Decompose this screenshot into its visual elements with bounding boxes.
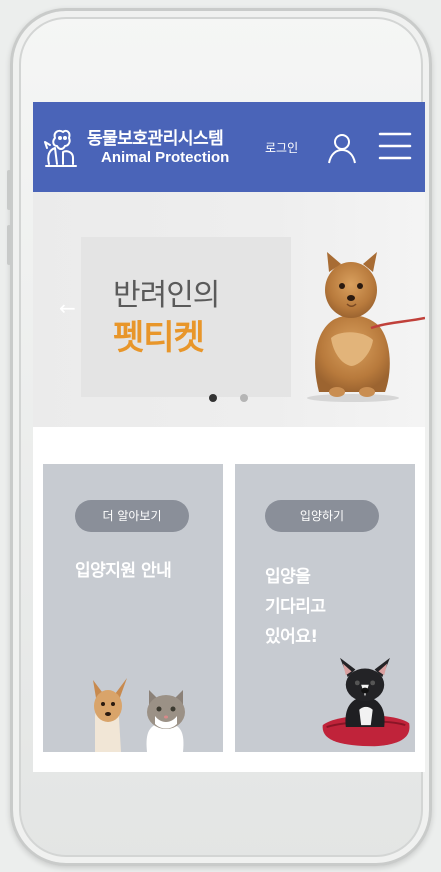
hero-headline-line2: 펫티켓 [113, 318, 205, 358]
card-title: 입양을 기다리고 있어요! [265, 562, 326, 652]
arrow-left-icon[interactable]: ← [59, 296, 76, 320]
phone-side-button [7, 170, 11, 210]
user-icon[interactable] [327, 132, 357, 164]
carousel-dot-2[interactable] [240, 394, 248, 402]
login-link[interactable]: 로그인 [265, 139, 298, 156]
carousel-dot-1[interactable] [209, 394, 217, 402]
french-bulldog-image [322, 657, 410, 747]
brand-name-korean: 동물보호관리시스템 [87, 129, 224, 149]
learn-more-button[interactable]: 더 알아보기 [75, 500, 189, 532]
dog-and-cat-image [93, 678, 185, 752]
adoption-support-card[interactable]: 더 알아보기 입양지원 안내 [43, 464, 223, 752]
card-title-line: 있어요! [265, 627, 318, 647]
brand-name-english: Animal Protection [101, 149, 230, 166]
adopt-card[interactable]: 입양하기 입양을 기다리고 있어요! [235, 464, 415, 752]
card-title: 입양지원 안내 [75, 561, 172, 581]
app-header: 동물보호관리시스템 Animal Protection 로그인 [33, 102, 425, 192]
hamburger-menu-icon[interactable] [377, 128, 413, 164]
phone-side-button [7, 225, 11, 265]
pets-logo-icon[interactable] [41, 126, 81, 170]
card-title-line: 기다리고 [265, 597, 326, 617]
hero-carousel[interactable]: ← 반려인의 펫티켓 [33, 192, 425, 427]
card-title-line: 입양을 [265, 567, 311, 587]
pomeranian-image [307, 252, 425, 402]
app-screen: 동물보호관리시스템 Animal Protection 로그인 ← 반려인의 펫… [33, 102, 425, 772]
adopt-button[interactable]: 입양하기 [265, 500, 379, 532]
hero-headline-line1: 반려인의 [113, 278, 220, 313]
